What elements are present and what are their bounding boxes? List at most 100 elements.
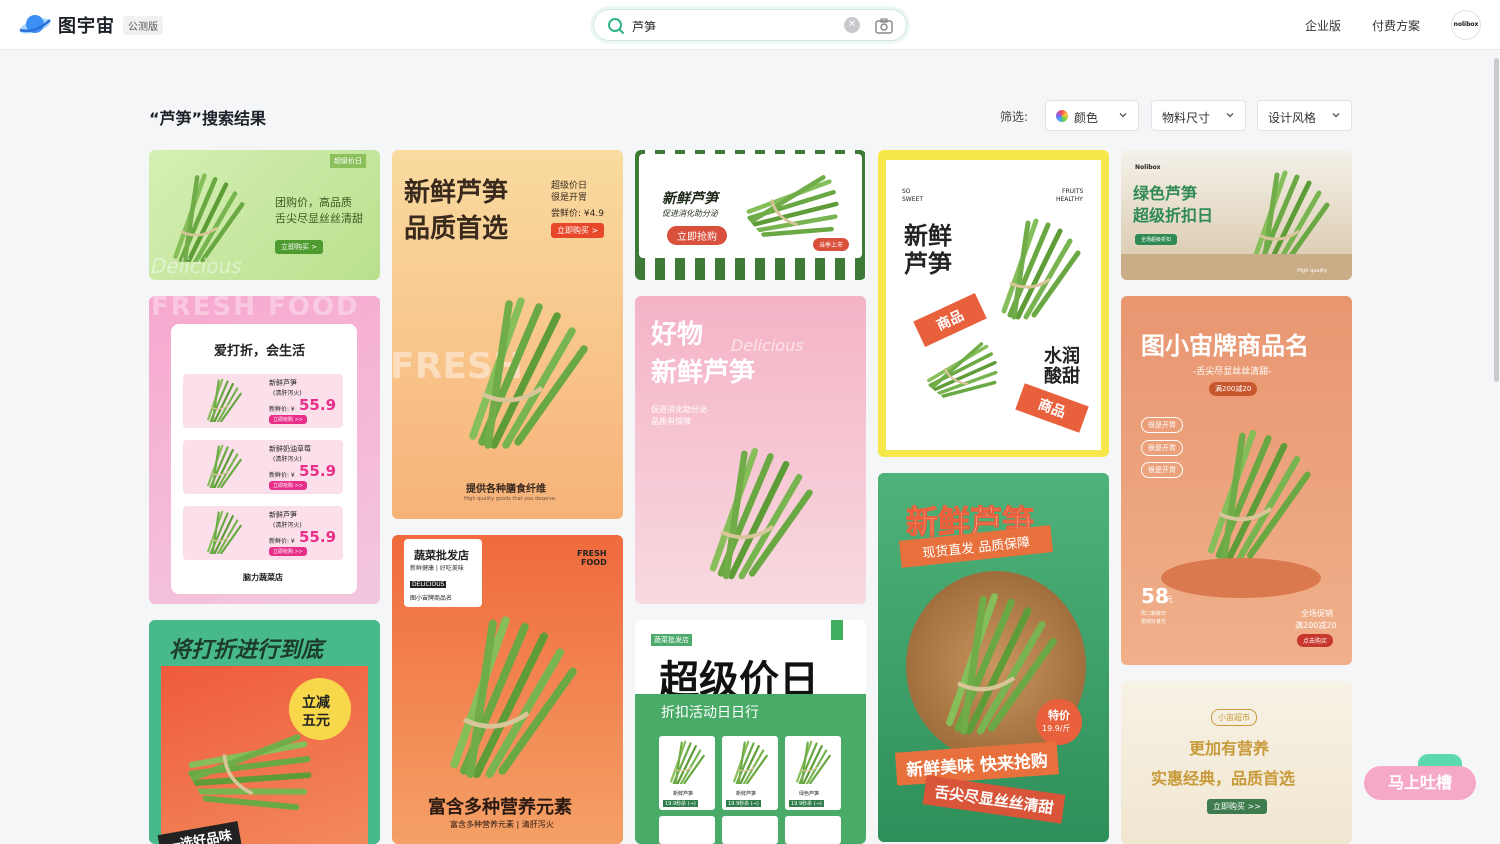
camera-icon[interactable] — [874, 16, 894, 36]
template-card[interactable]: FRESH FOOD 爱打折，会生活 新鲜芦笋 (清肝泻火) 新鲜价: ¥ 55… — [149, 296, 380, 604]
season-tag: 当季上市 — [813, 238, 850, 251]
price-text: 尝鲜价: ¥4.9 — [551, 209, 604, 219]
product-tile[interactable] — [785, 816, 841, 844]
search-icon[interactable] — [606, 16, 626, 36]
asparagus-image — [1193, 408, 1323, 578]
grab-button[interactable]: 立即抢购 — [667, 226, 727, 245]
discount-tag: 全场超级折扣 — [1135, 234, 1178, 245]
fresh-text: FRESH — [577, 549, 607, 558]
price-value: 55.9 — [299, 396, 337, 414]
product-sub: (清肝泻火) — [273, 390, 302, 397]
buy-now-button[interactable]: 立即购买 >> — [1207, 799, 1267, 814]
product-price: 19.9秒杀 (→) — [789, 800, 824, 807]
price-label: 新鲜价: ¥ — [269, 472, 295, 479]
card-badge: 超级价日 — [330, 154, 366, 168]
user-avatar[interactable]: nolibox — [1451, 10, 1481, 40]
product-name: 新鲜芦笋 — [269, 379, 297, 387]
shop-tag: DELICIOUS — [410, 581, 447, 588]
dropdown-label: 设计风格 — [1268, 111, 1317, 125]
shop-tag: 小宙超市 — [1211, 709, 1257, 726]
card-sub: 折扣活动日日行 — [661, 705, 759, 721]
watermark-text: Delicious — [151, 254, 242, 278]
product-price: 19.9秒杀 (→) — [726, 800, 761, 807]
shop-name: 蔬菜批发店 — [414, 549, 469, 562]
template-card[interactable]: 新鲜芦笋 现货直发 品质保障 特价 19.9/斤 新鲜美味 快来抢购 舌尖尽显丝… — [878, 473, 1109, 842]
card-title: 品质首选 — [404, 214, 509, 244]
card-title: 新鲜芦笋 — [662, 191, 718, 207]
template-card[interactable]: 将打折进行到底 立减 五元 一选好品味 — [149, 620, 380, 844]
price-value: 55.9 — [299, 528, 337, 546]
card-title: 实惠经典，品质首选 — [1151, 769, 1296, 788]
asparagus-image — [695, 436, 825, 586]
chevron-down-icon — [1332, 113, 1340, 118]
feedback-button[interactable]: 马上吐槽 — [1364, 766, 1476, 800]
dropdown-label: 颜色 — [1074, 111, 1099, 125]
promo-pill: 满200减20 — [1209, 382, 1258, 396]
buy-now-button[interactable]: 立即购买 > — [551, 223, 605, 238]
buy-button[interactable]: 点击购买 — [1297, 634, 1334, 647]
burst-text: 立减 — [302, 695, 330, 711]
asparagus-image — [163, 172, 253, 262]
template-card[interactable]: 小宙超市 更加有营养 实惠经典，品质首选 立即购买 >> — [1121, 681, 1352, 844]
corner-text: HEALTHY — [1056, 196, 1083, 203]
template-card[interactable]: 超级价日 团购价，高品质 舌尖尽显丝丝清甜 立即购买 > Delicious — [149, 150, 380, 280]
bookmark-icon — [831, 620, 843, 640]
color-filter-dropdown[interactable]: 颜色 — [1045, 100, 1139, 131]
asparagus-image — [432, 609, 592, 779]
template-card[interactable]: 图小宙牌商品名 -舌尖尽显丝丝清甜- 满200减20 很是开胃 很是开胃 很是开… — [1121, 296, 1352, 665]
badge-text: 特价 — [1048, 709, 1070, 722]
size-filter-dropdown[interactable]: 物料尺寸 — [1151, 100, 1246, 131]
template-card[interactable]: SO SWEET FRUITS HEALTHY 新鲜 芦笋 商品 水润 酸甜 商… — [878, 150, 1109, 457]
card-line: 团购价，高品质 — [275, 196, 352, 209]
planet-logo-icon — [19, 15, 51, 34]
color-wheel-icon — [1056, 110, 1068, 122]
template-card[interactable]: 蔬菜批发店 超级价日 折扣活动日日行 新鲜芦笋 新鲜芦笋 绿色芦笋 19.9秒杀… — [635, 620, 866, 844]
buy-now-button[interactable]: 立即购买 > — [275, 240, 324, 254]
promo-text: 全场促销 — [1301, 609, 1333, 618]
product-tile[interactable] — [722, 816, 778, 844]
corner-text: SWEET — [902, 196, 923, 203]
grab-button[interactable]: 立即抢购 >> — [269, 547, 307, 556]
template-card[interactable]: 新鲜芦笋 促进消化助分泌 立即抢购 当季上市 — [635, 150, 866, 280]
product-sub: (清肝泻火) — [273, 456, 302, 463]
template-card[interactable]: 新鲜芦笋 品质首选 超级价日 很是开胃 尝鲜价: ¥4.9 立即购买 > FRE… — [392, 150, 623, 519]
card-sub: 促进消化助分泌 — [651, 405, 707, 414]
clear-icon[interactable]: ✕ — [844, 17, 860, 33]
product-tile[interactable] — [659, 816, 715, 844]
brand-logo[interactable]: 图宇宙 公测版 — [18, 10, 163, 40]
card-subline: 富含多种营养元素 | 清肝泻火 — [450, 820, 554, 829]
card-headline: 富含多种营养元素 — [428, 797, 572, 818]
enterprise-link[interactable]: 企业版 — [1305, 17, 1341, 34]
card-line: 舌尖尽显丝丝清甜 — [275, 212, 363, 225]
asparagus-image — [207, 378, 242, 422]
footer-text: 提供各种膳食纤维 — [466, 484, 546, 495]
corner-text: FRUITS — [1062, 188, 1084, 195]
page-scrollbar-thumb[interactable] — [1494, 58, 1499, 382]
price-unit: 元 — [1165, 595, 1173, 604]
price-label: 新鲜价: ¥ — [269, 538, 295, 545]
grab-button[interactable]: 立即抢购 >> — [269, 481, 307, 490]
shop-sub: 新鲜健康 | 好吃美味 — [410, 565, 464, 572]
template-card[interactable]: 好物 新鲜芦笋 Delicious 促进消化助分泌 品质有保障 — [635, 296, 866, 604]
template-card[interactable]: 蔬菜批发店 新鲜健康 | 好吃美味 DELICIOUS 图小宙牌商品名 FRES… — [392, 535, 623, 844]
card-title: 图小宙牌商品名 — [1141, 332, 1309, 360]
chevron-down-icon — [1226, 113, 1234, 118]
search-input[interactable] — [632, 16, 832, 36]
script-text: Delicious — [731, 336, 804, 355]
card-title: 超级折扣日 — [1133, 206, 1214, 225]
card-title: 绿色芦笋 — [1133, 184, 1198, 203]
price-label: 新鲜价: ¥ — [269, 406, 295, 413]
template-card[interactable]: Nolibox 绿色芦笋 超级折扣日 全场超级折扣 High quality — [1121, 150, 1352, 280]
shop-name: 脑力蔬菜店 — [243, 573, 283, 582]
card-sub: 品质有保障 — [651, 417, 691, 426]
card-sub: -舌尖尽显丝丝清甜- — [1193, 367, 1272, 377]
shop-tag: 蔬菜批发店 — [651, 634, 692, 646]
pricing-link[interactable]: 付费方案 — [1372, 17, 1420, 34]
ribbon-text: 新鲜美味 快来抢购 — [895, 741, 1059, 786]
brand-tag: Nolibox — [1135, 164, 1161, 171]
grab-button[interactable]: 立即抢购 >> — [269, 415, 307, 424]
fresh-text: FOOD — [581, 558, 607, 567]
style-filter-dropdown[interactable]: 设计风格 — [1257, 100, 1352, 131]
search-bar[interactable]: ✕ — [593, 9, 907, 41]
small-text: 尝鲜好食光 — [1141, 619, 1167, 625]
